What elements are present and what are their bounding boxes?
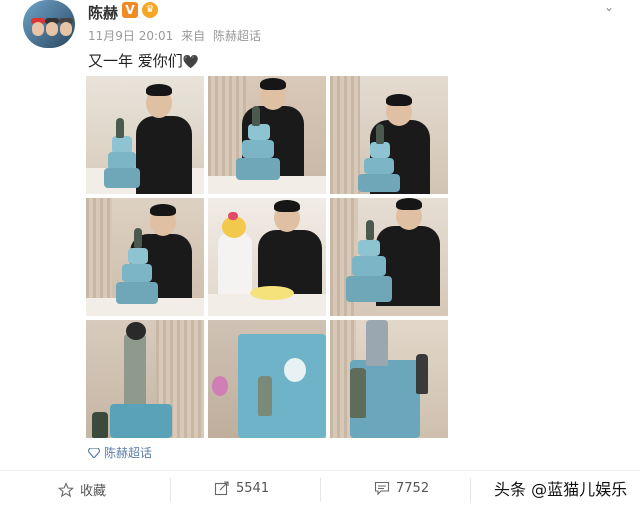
share-icon: [214, 481, 229, 496]
watermark: 头条 @蓝猫儿娱乐: [490, 476, 632, 500]
action-separator: [170, 478, 171, 502]
comment-icon: [374, 481, 390, 496]
post-time: 11月9日 20:01: [88, 29, 174, 43]
heart-icon: 🖤: [182, 55, 199, 70]
username[interactable]: 陈赫: [88, 2, 118, 23]
photo-grid: [86, 76, 448, 438]
action-separator: [320, 478, 321, 502]
action-separator: [470, 478, 471, 502]
comment-count: 7752: [396, 480, 430, 496]
supertopic-link[interactable]: 陈赫超话: [88, 444, 152, 461]
favorite-button[interactable]: 收藏: [58, 480, 106, 499]
avatar-face: [60, 22, 72, 36]
post-text: 又一年 爱你们🖤: [88, 50, 199, 71]
photo-thumbnail[interactable]: [86, 198, 204, 316]
photo-thumbnail[interactable]: [330, 76, 448, 194]
photo-thumbnail[interactable]: [208, 320, 326, 438]
post-source-link[interactable]: 陈赫超话: [213, 29, 261, 43]
diamond-icon: [88, 448, 100, 458]
user-avatar[interactable]: [23, 0, 75, 48]
crown-icon: ♛: [142, 2, 158, 18]
divider: [0, 470, 640, 471]
photo-thumbnail[interactable]: [208, 76, 326, 194]
repost-count: 5541: [236, 480, 270, 496]
post-source-prefix: 来自: [181, 29, 206, 43]
star-icon: [58, 481, 74, 497]
comment-button[interactable]: 7752: [374, 480, 429, 496]
photo-thumbnail[interactable]: [86, 320, 204, 438]
favorite-label: 收藏: [80, 484, 107, 499]
post-text-content: 又一年 爱你们: [88, 52, 183, 70]
repost-button[interactable]: 5541: [214, 480, 269, 496]
verified-badge-icon: V: [122, 2, 138, 18]
photo-thumbnail[interactable]: [330, 320, 448, 438]
avatar-face: [46, 22, 58, 36]
avatar-face: [32, 22, 44, 36]
photo-thumbnail[interactable]: [86, 76, 204, 194]
supertopic-label: 陈赫超话: [104, 446, 153, 460]
photo-thumbnail[interactable]: [330, 198, 448, 316]
more-options-chevron-icon[interactable]: ⌄: [604, 0, 614, 14]
photo-thumbnail[interactable]: [208, 198, 326, 316]
post-meta: 11月9日 20:01 来自 陈赫超话: [88, 27, 265, 44]
